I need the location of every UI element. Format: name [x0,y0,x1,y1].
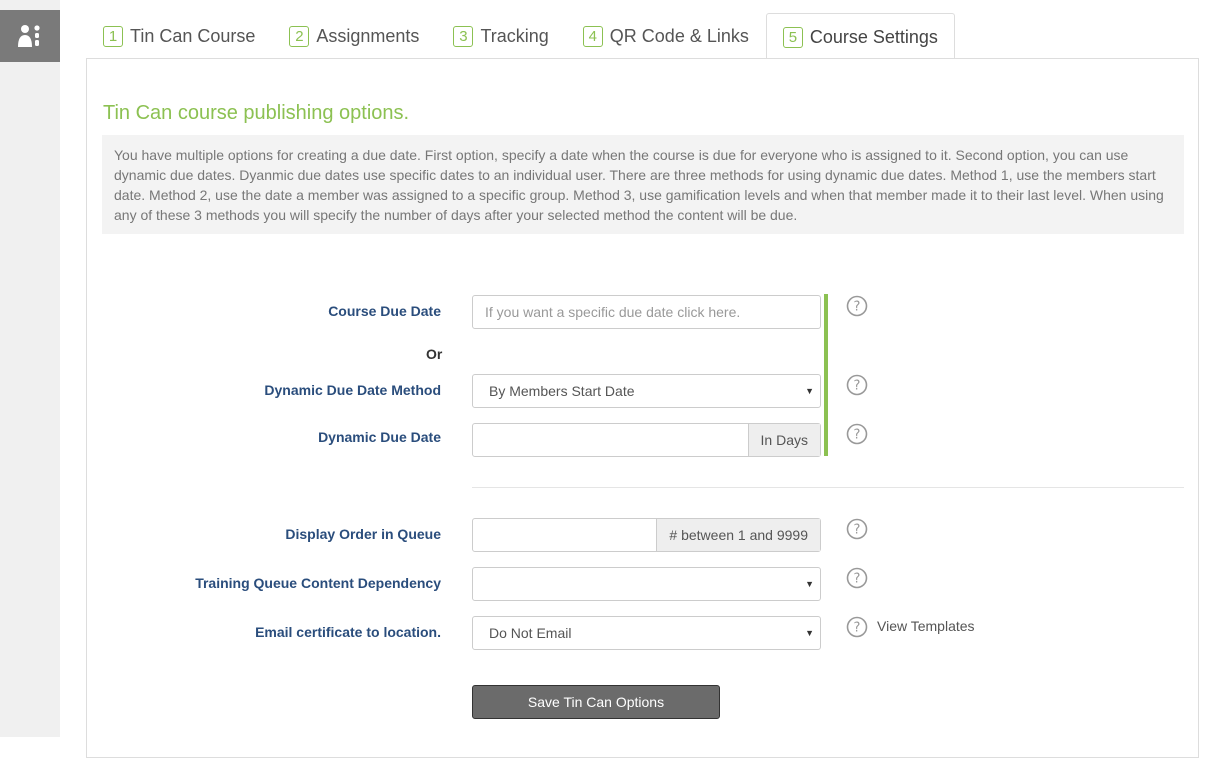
due-date-group-indicator [824,294,828,456]
dynamic-method-select[interactable]: By Members Start Date ▼ [472,374,821,408]
caret-down-icon: ▼ [805,386,814,396]
tab-number: 2 [289,26,310,47]
dynamic-method-label: Dynamic Due Date Method [264,382,441,398]
email-certificate-value: Do Not Email [489,625,572,641]
display-order-label: Display Order in Queue [285,526,441,542]
tab-tin-can-course[interactable]: 1 Tin Can Course [86,13,272,59]
svg-text:?: ? [854,300,861,315]
tab-number: 4 [582,26,603,47]
svg-text:?: ? [854,523,861,538]
tab-number: 5 [782,26,803,48]
dynamic-due-date-label: Dynamic Due Date [318,429,441,445]
dependency-select[interactable]: ▼ [472,567,821,601]
dynamic-due-date-input-group: In Days [472,423,821,457]
course-due-date-label: Course Due Date [328,303,441,319]
question-circle-icon[interactable]: ? [846,423,868,445]
question-circle-icon[interactable]: ? [846,295,868,317]
svg-text:?: ? [854,379,861,394]
tab-label: Tin Can Course [130,26,256,46]
course-due-date-input[interactable]: If you want a specific due date click he… [472,295,821,329]
tab-course-settings[interactable]: 5 Course Settings [765,13,955,60]
question-circle-icon[interactable]: ? [846,616,868,638]
question-circle-icon[interactable]: ? [846,374,868,396]
svg-text:?: ? [854,572,861,587]
display-order-input-group: # between 1 and 9999 [472,518,821,552]
course-settings-panel: Tin Can course publishing options. You h… [86,58,1199,758]
left-rail [0,0,60,737]
section-heading: Tin Can course publishing options. [103,102,410,124]
question-circle-icon[interactable]: ? [846,518,868,540]
caret-down-icon: ▼ [805,579,814,589]
dynamic-due-date-input[interactable] [473,424,748,456]
tab-label: Assignments [316,26,420,46]
course-due-date-placeholder: If you want a specific due date click he… [485,304,741,320]
in-days-addon: In Days [747,424,820,456]
users-menu-button[interactable] [0,10,60,62]
display-order-addon: # between 1 and 9999 [656,519,820,551]
email-certificate-label: Email certificate to location. [255,624,441,640]
view-templates-link[interactable]: View Templates [877,618,975,634]
tab-label: QR Code & Links [609,26,749,46]
dependency-label: Training Queue Content Dependency [195,575,441,591]
save-tin-can-options-button[interactable]: Save Tin Can Options [472,685,720,719]
tab-tracking[interactable]: 3 Tracking [436,13,565,59]
tab-label: Tracking [480,26,549,46]
display-order-input[interactable] [473,519,656,551]
question-circle-icon[interactable]: ? [846,567,868,589]
tab-assignments[interactable]: 2 Assignments [272,13,436,59]
users-icon [18,25,40,47]
tab-qr-code-links[interactable]: 4 QR Code & Links [566,13,766,59]
svg-text:?: ? [854,621,861,636]
email-certificate-select[interactable]: Do Not Email ▼ [472,616,821,650]
caret-down-icon: ▼ [805,628,814,638]
or-separator: Or [426,346,443,362]
info-box: You have multiple options for creating a… [102,135,1184,234]
tab-number: 3 [453,26,474,47]
tab-number: 1 [103,26,123,47]
tab-label: Course Settings [809,26,938,47]
svg-text:?: ? [854,428,861,443]
section-divider [472,487,1184,488]
dynamic-method-value: By Members Start Date [489,383,635,399]
tab-bar: 1 Tin Can Course 2 Assignments 3 Trackin… [86,12,955,60]
